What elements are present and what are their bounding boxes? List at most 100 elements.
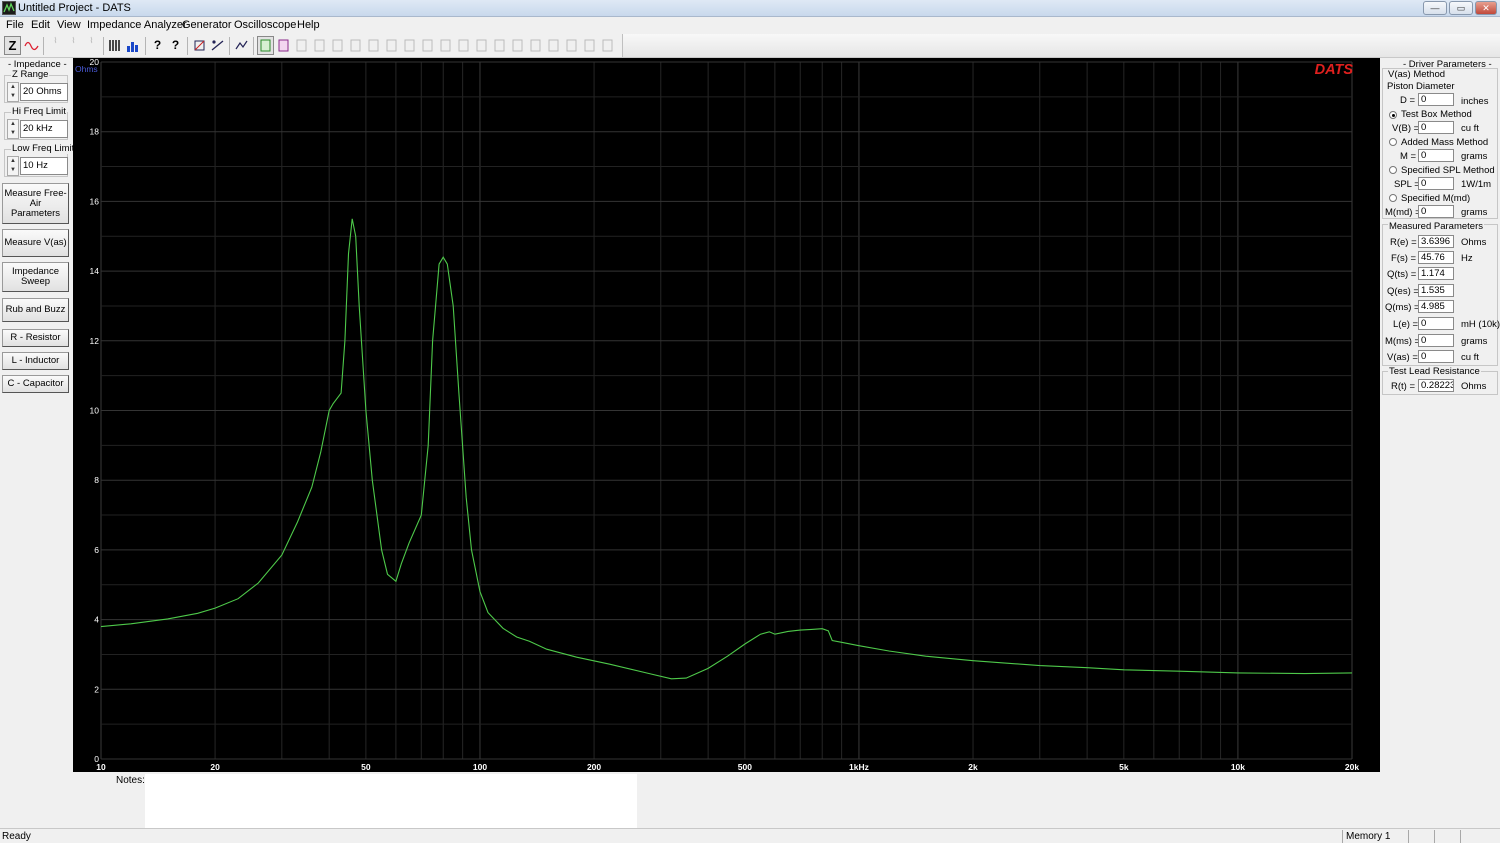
mmd-unit: grams [1461,207,1488,218]
menu-help[interactable]: Help [297,19,320,31]
z-range-value[interactable]: 20 Ohms [20,83,68,101]
le-value[interactable]: 0 [1418,317,1454,330]
qts-label: Q(ts) = [1387,269,1417,280]
inductor-button[interactable]: L - Inductor [2,352,69,370]
hi-freq-spinner[interactable]: ▲ ▼ [7,119,19,139]
notes-input[interactable] [145,774,637,828]
notes-label: Notes: [116,775,145,786]
memory-10-button[interactable] [419,36,436,55]
memory-5-button[interactable] [329,36,346,55]
close-button[interactable]: ✕ [1475,1,1497,15]
qes-value[interactable]: 1.535 [1418,284,1454,297]
memory-15-button[interactable] [509,36,526,55]
context-help-button[interactable]: ? [167,36,184,55]
hi-freq-value[interactable]: 20 kHz [20,120,68,138]
capacitor-button[interactable]: C - Capacitor [2,375,69,393]
rub-and-buzz-button[interactable]: Rub and Buzz [2,298,69,322]
x-tick-label: 20 [210,762,220,772]
specified-spl-radio[interactable] [1389,166,1397,174]
qts-value[interactable]: 1.174 [1418,267,1454,280]
memory-17-button[interactable] [545,36,562,55]
mms-value[interactable]: 0 [1418,334,1454,347]
rt-label: R(t) = [1391,381,1416,392]
maximize-button[interactable]: ▭ [1449,1,1473,15]
memory-icon [530,39,541,52]
tb-b-button[interactable] [209,36,226,55]
re-value[interactable]: 3.6396 [1418,235,1454,248]
tb-c-button[interactable] [233,36,250,55]
generator-button[interactable] [107,36,124,55]
memory-6-button[interactable] [347,36,364,55]
memory-icon [602,39,613,52]
qms-value[interactable]: 4.985 [1418,300,1454,313]
help-button[interactable]: ? [149,36,166,55]
minimize-button[interactable]: — [1423,1,1447,15]
tb-dim-3-button[interactable]: ⌇ [83,36,100,55]
qms-label: Q(ms) = [1385,302,1420,313]
spl-input[interactable]: 0 [1418,177,1454,190]
tool-icon [194,40,205,51]
specified-mmd-radio[interactable] [1389,194,1397,202]
m-input[interactable]: 0 [1418,149,1454,162]
memory-7-button[interactable] [365,36,382,55]
memory-13-button[interactable] [473,36,490,55]
menu-edit[interactable]: Edit [31,19,50,31]
y-tick-label: 6 [94,545,99,555]
menu-generator[interactable]: Generator [182,19,232,31]
memory-19-button[interactable] [581,36,598,55]
menu-oscilloscope[interactable]: Oscilloscope [234,19,296,31]
x-tick-label: 100 [473,762,487,772]
status-bar: Ready Memory 1 [0,828,1500,843]
resistor-button[interactable]: R - Resistor [2,329,69,347]
measure-free-air-button[interactable]: Measure Free-Air Parameters [2,183,69,224]
mms-unit: grams [1461,336,1488,347]
status-cell [1460,830,1500,843]
memory-16-button[interactable] [527,36,544,55]
vb-input[interactable]: 0 [1418,121,1454,134]
memory-14-button[interactable] [491,36,508,55]
mmd-input[interactable]: 0 [1418,205,1454,218]
rt-value[interactable]: 0.28223 [1418,379,1454,392]
memory-icon [314,39,325,52]
low-freq-spinner[interactable]: ▲ ▼ [7,156,19,176]
impedance-sweep-button[interactable]: Impedance Sweep [2,262,69,292]
memory-9-button[interactable] [401,36,418,55]
memory-18-button[interactable] [563,36,580,55]
z-range-spinner[interactable]: ▲ ▼ [7,82,19,102]
driver-parameters-panel: - Driver Parameters - V(as) Method Pisto… [1380,58,1500,772]
memory-3-button[interactable] [293,36,310,55]
measured-parameters-title: Measured Parameters [1388,221,1484,232]
measure-vas-button[interactable]: Measure V(as) [2,229,69,257]
memory-11-button[interactable] [437,36,454,55]
fs-value[interactable]: 45.76 [1418,251,1454,264]
memory-20-button[interactable] [599,36,616,55]
memory-icon [278,39,289,52]
memory-icon [386,39,397,52]
memory-12-button[interactable] [455,36,472,55]
menu-impedance-analyzer[interactable]: Impedance Analyzer [87,19,187,31]
toolbar-separator [253,37,254,55]
memory-8-button[interactable] [383,36,400,55]
menu-view[interactable]: View [57,19,81,31]
tb-dim-1-button[interactable]: ⌇ [47,36,64,55]
menu-file[interactable]: File [6,19,24,31]
tb-a-button[interactable] [191,36,208,55]
tb-dim-2-button[interactable]: ⌇ [65,36,82,55]
analyzer-button[interactable] [125,36,142,55]
test-box-radio[interactable] [1389,111,1397,119]
memory-2-button[interactable] [275,36,292,55]
y-tick-label: 12 [90,336,100,346]
added-mass-radio[interactable] [1389,138,1397,146]
memory-4-button[interactable] [311,36,328,55]
memory-1-button[interactable] [257,36,274,55]
left-panel: - Impedance - Z Range ▲ ▼ 20 Ohms Hi Freq… [0,58,76,772]
x-tick-label: 20k [1345,762,1359,772]
x-tick-label: 200 [587,762,601,772]
spl-label: SPL = [1394,179,1420,190]
impedance-mode-button[interactable]: Z [4,36,21,55]
m-unit: grams [1461,151,1488,162]
low-freq-value[interactable]: 10 Hz [20,157,68,175]
phase-mode-button[interactable] [23,36,40,55]
d-input[interactable]: 0 [1418,93,1454,106]
vas-value[interactable]: 0 [1418,350,1454,363]
